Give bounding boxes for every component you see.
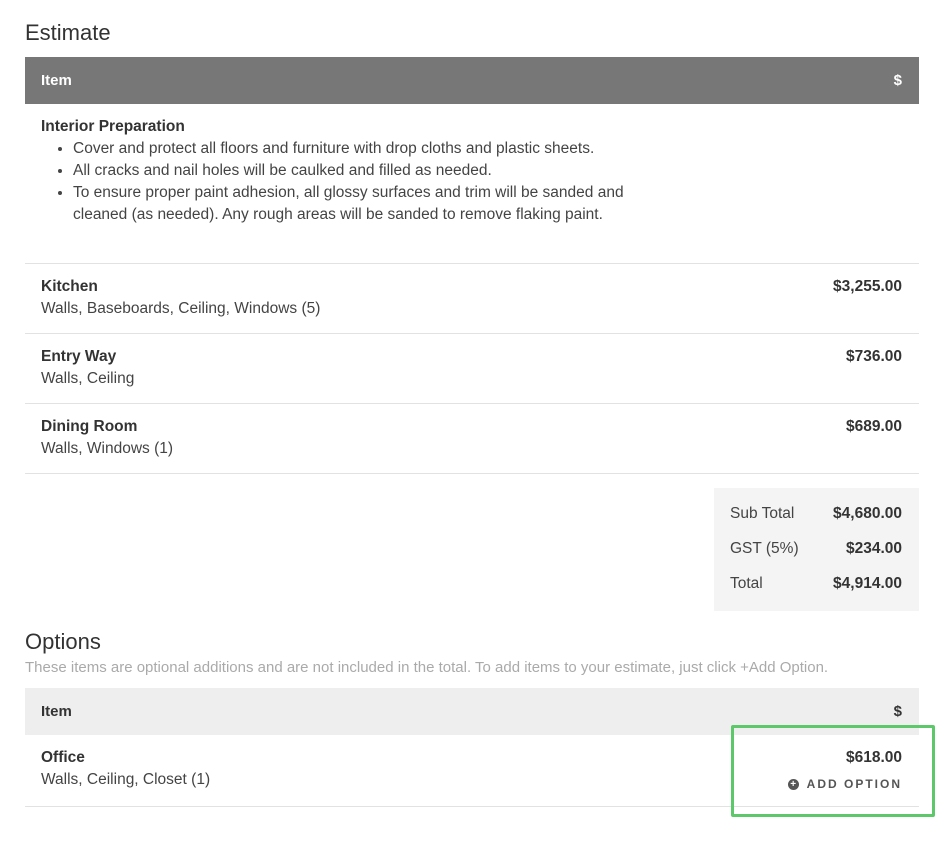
option-row-office: Office Walls, Ceiling, Closet (1) $618.0… — [25, 735, 919, 807]
total-line: Total $4,914.00 — [730, 573, 902, 608]
prep-bullet: Cover and protect all floors and furnitu… — [73, 138, 633, 160]
prep-title: Interior Preparation — [41, 118, 185, 135]
estimate-table: Item $ Interior Preparation Cover and pr… — [25, 57, 919, 474]
row-price: $689.00 — [845, 418, 902, 435]
total-label: Total — [730, 575, 763, 592]
prep-bullet: All cracks and nail holes will be caulke… — [73, 160, 633, 182]
prep-bullet-list: Cover and protect all floors and furnitu… — [41, 138, 633, 226]
row-price: $3,255.00 — [833, 278, 902, 295]
options-table: Item $ Office Walls, Ceiling, Closet (1)… — [25, 688, 919, 807]
estimate-page: Estimate Item $ Interior Preparation Cov… — [0, 0, 949, 849]
item-column-header: Item — [41, 703, 72, 720]
gst-line: GST (5%) $234.00 — [730, 538, 902, 573]
subtotal-value: $4,680.00 — [833, 505, 902, 522]
row-description: Walls, Baseboards, Ceiling, Windows (5) — [41, 300, 321, 317]
subtotal-line: Sub Total $4,680.00 — [730, 503, 902, 538]
row-name: Office — [41, 749, 85, 766]
gst-label: GST (5%) — [730, 540, 799, 557]
total-value: $4,914.00 — [833, 575, 902, 592]
row-description: Walls, Ceiling, Closet (1) — [41, 771, 211, 788]
row-name: Dining Room — [41, 418, 138, 435]
prep-bullet: To ensure proper paint adhesion, all glo… — [73, 182, 633, 226]
add-option-button[interactable]: + ADD OPTION — [787, 773, 902, 795]
estimate-table-header: Item $ — [25, 57, 919, 104]
row-price: $736.00 — [845, 348, 902, 365]
options-subtitle: These items are optional additions and a… — [25, 659, 829, 676]
row-name: Entry Way — [41, 348, 117, 365]
row-price: $618.00 — [845, 749, 902, 766]
estimate-row-kitchen: Kitchen Walls, Baseboards, Ceiling, Wind… — [25, 264, 919, 334]
gst-value: $234.00 — [845, 540, 902, 557]
options-table-header: Item $ — [25, 688, 919, 735]
row-description: Walls, Windows (1) — [41, 440, 174, 457]
estimate-title: Estimate — [25, 20, 111, 45]
price-column-header: $ — [893, 703, 902, 720]
options-title: Options — [25, 629, 101, 654]
row-name: Kitchen — [41, 278, 98, 295]
estimate-row-entry-way: Entry Way Walls, Ceiling $736.00 — [25, 334, 919, 404]
row-description: Walls, Ceiling — [41, 370, 135, 387]
plus-circle-icon: + — [787, 778, 799, 790]
price-column-header: $ — [893, 72, 902, 89]
totals-panel: Sub Total $4,680.00 GST (5%) $234.00 Tot… — [714, 488, 919, 611]
add-option-label: ADD OPTION — [806, 777, 902, 791]
item-column-header: Item — [41, 72, 72, 89]
subtotal-label: Sub Total — [730, 505, 795, 522]
estimate-row-dining-room: Dining Room Walls, Windows (1) $689.00 — [25, 404, 919, 474]
interior-preparation-row: Interior Preparation Cover and protect a… — [25, 104, 919, 264]
